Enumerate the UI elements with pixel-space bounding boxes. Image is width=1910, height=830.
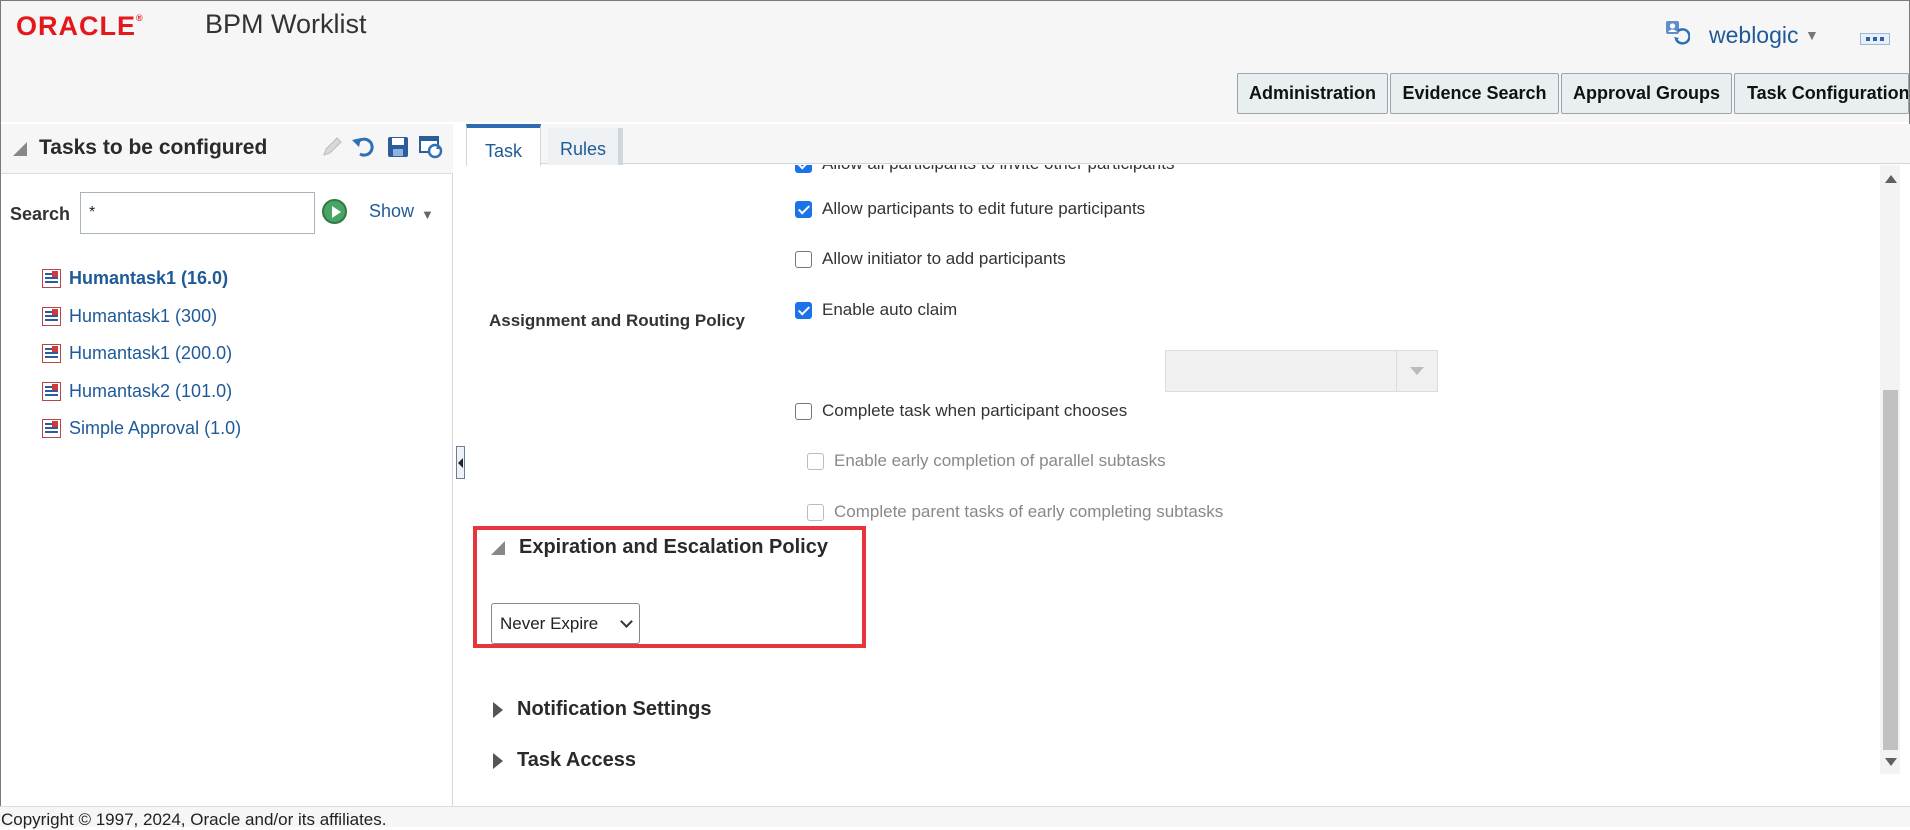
task-label: Simple Approval (1.0) — [69, 418, 242, 439]
scroll-thumb[interactable] — [1883, 390, 1898, 750]
checkbox[interactable] — [795, 402, 812, 420]
task-label: Humantask1 (16.0) — [69, 268, 229, 289]
undo-icon[interactable] — [350, 134, 376, 160]
copyright-text: Copyright © 1997, 2024, Oracle and/or it… — [1, 810, 387, 829]
checkbox[interactable] — [795, 165, 812, 173]
administration-button[interactable]: Administration — [1237, 73, 1388, 114]
task-list-item[interactable]: Humantask1 (16.0) — [42, 260, 241, 298]
task-configuration-button[interactable]: Task Configuration — [1734, 73, 1909, 114]
more-dots-icon[interactable] — [1860, 33, 1890, 45]
tab-rules[interactable]: Rules — [548, 128, 623, 165]
option-early-completion-parallel: Enable early completion of parallel subt… — [807, 451, 1166, 471]
search-label: Search — [10, 204, 71, 224]
collapse-triangle-icon[interactable] — [13, 142, 27, 156]
tab-task[interactable]: Task — [466, 124, 541, 166]
option-invite-participants[interactable]: Allow all participants to invite other p… — [795, 165, 1174, 174]
expiration-select[interactable]: Never Expire — [491, 603, 640, 644]
task-list-item[interactable]: Humantask2 (101.0) — [42, 373, 241, 411]
task-list-item[interactable]: Simple Approval (1.0) — [42, 410, 241, 448]
option-complete-parent-tasks: Complete parent tasks of early completin… — [807, 502, 1223, 522]
refresh-user-icon[interactable] — [1664, 19, 1690, 45]
option-edit-future-participants[interactable]: Allow participants to edit future partic… — [795, 199, 1145, 219]
approval-groups-button[interactable]: Approval Groups — [1561, 73, 1732, 114]
save-icon[interactable] — [385, 134, 411, 160]
human-task-icon — [42, 381, 61, 401]
collapsed-triangle-icon — [493, 752, 503, 769]
task-list-item[interactable]: Humantask1 (200.0) — [42, 335, 241, 373]
app-title: BPM Worklist — [205, 9, 367, 39]
expanded-triangle-icon — [491, 540, 505, 555]
scroll-up-arrow-icon[interactable] — [1885, 175, 1897, 183]
outcome-select-disabled — [1165, 350, 1438, 392]
human-task-icon — [42, 306, 61, 326]
tasks-panel-header: Tasks to be configured — [1, 124, 453, 174]
chevron-down-icon[interactable]: ▼ — [1805, 27, 1819, 43]
task-label: Humantask1 (200.0) — [69, 343, 233, 364]
collapsed-triangle-icon — [493, 701, 503, 718]
expiration-section-header[interactable]: Expiration and Escalation Policy — [491, 536, 828, 559]
checkbox — [807, 503, 824, 521]
chevron-down-icon[interactable]: ▼ — [421, 207, 434, 222]
show-menu[interactable]: Show — [369, 201, 414, 222]
human-task-icon — [42, 344, 61, 364]
task-list-item[interactable]: Humantask1 (300) — [42, 298, 241, 336]
task-label: Humantask1 (300) — [69, 305, 218, 326]
option-complete-when-participant-chooses[interactable]: Complete task when participant chooses — [795, 401, 1127, 421]
vertical-scrollbar[interactable] — [1880, 165, 1900, 774]
evidence-search-button[interactable]: Evidence Search — [1390, 73, 1559, 114]
refresh-icon[interactable] — [418, 134, 444, 160]
checkbox[interactable] — [795, 301, 812, 319]
footer: Copyright © 1997, 2024, Oracle and/or it… — [0, 806, 1910, 829]
human-task-icon — [42, 269, 61, 289]
user-menu[interactable]: weblogic — [1709, 22, 1799, 49]
task-label: Humantask2 (101.0) — [69, 380, 233, 401]
checkbox — [807, 452, 824, 470]
human-task-icon — [42, 419, 61, 439]
scroll-down-arrow-icon[interactable] — [1885, 758, 1897, 766]
chevron-down-icon — [1410, 367, 1424, 375]
task-settings-content: Assignment and Routing Policy Allow all … — [466, 165, 1880, 806]
option-enable-auto-claim[interactable]: Enable auto claim — [795, 300, 957, 320]
panel-collapse-handle[interactable] — [456, 446, 465, 479]
checkbox[interactable] — [795, 200, 812, 218]
chevron-down-icon — [620, 614, 633, 628]
task-list: Humantask1 (16.0) Humantask1 (300) Human… — [42, 260, 241, 448]
panel-title: Tasks to be configured — [39, 136, 268, 159]
option-initiator-add-participants[interactable]: Allow initiator to add participants — [795, 249, 1066, 269]
notification-settings-header[interactable]: Notification Settings — [491, 698, 711, 721]
search-input[interactable] — [80, 192, 315, 234]
go-arrow-icon[interactable] — [322, 199, 347, 224]
assignment-routing-policy-label: Assignment and Routing Policy — [489, 311, 745, 330]
tasks-panel: Tasks to be configured Search Show ▼ Hum… — [1, 124, 453, 806]
checkbox[interactable] — [795, 250, 812, 268]
oracle-logo[interactable]: ORACLE® — [16, 11, 144, 42]
task-details-panel: Task Rules Assignment and Routing Policy… — [466, 124, 1910, 806]
tab-bar: Task Rules — [466, 124, 1910, 166]
task-access-header[interactable]: Task Access — [491, 749, 636, 772]
app-header: ORACLE® BPM Worklist weblogic ▼ Administ… — [1, 1, 1909, 122]
edit-icon[interactable] — [319, 134, 345, 160]
